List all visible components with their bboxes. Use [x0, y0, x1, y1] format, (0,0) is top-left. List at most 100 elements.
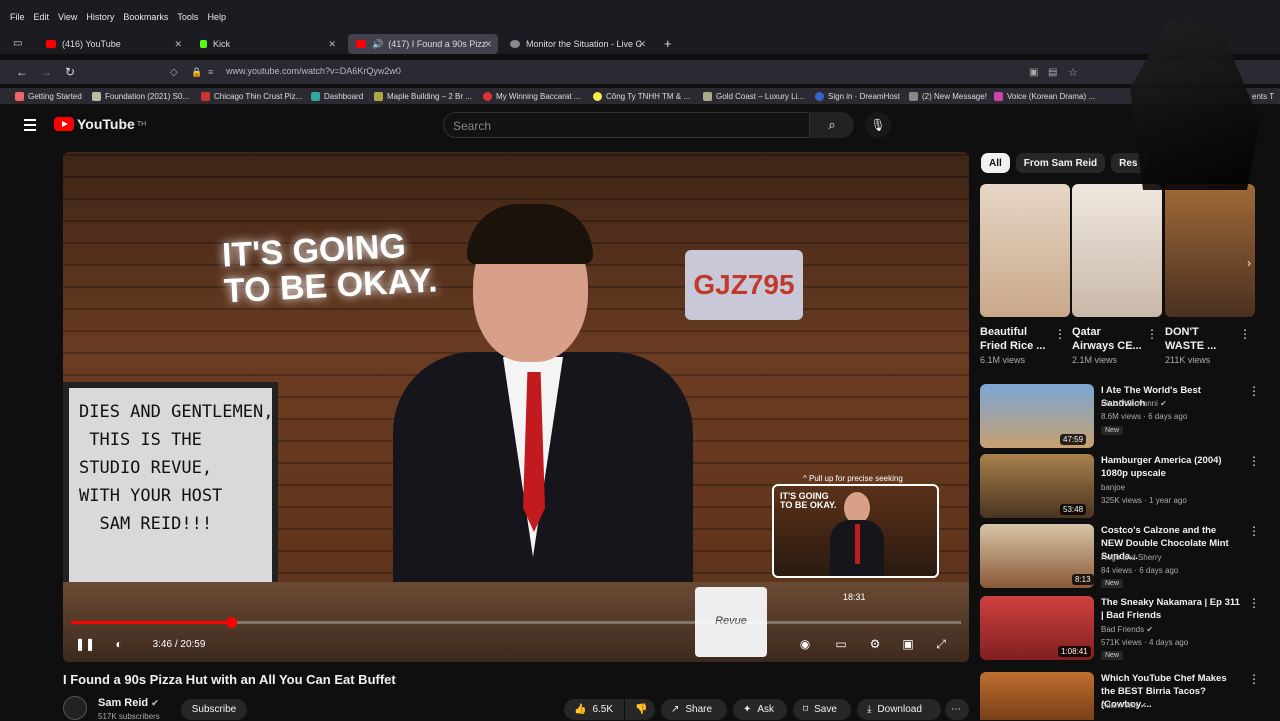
more-icon[interactable]: ⋮	[1248, 384, 1260, 398]
recommended-video[interactable]: 53:48 Hamburger America (2004) 1080p ups…	[980, 454, 1260, 518]
tab-label: (416) YouTube	[62, 39, 121, 49]
bookmark-item[interactable]: Voice (Korean Drama) ...	[994, 91, 1095, 101]
bookmark-item[interactable]: ents T	[1252, 92, 1274, 101]
bookmark-item[interactable]: Công Ty TNHH TM & ...	[593, 91, 690, 101]
short-thumbnail	[1072, 184, 1162, 317]
tab-current-video[interactable]: 🔊 (417) I Found a 90s Pizza H ✕	[348, 34, 498, 54]
more-icon[interactable]: ⋮	[1054, 327, 1066, 341]
save-button[interactable]: ⌑ Save	[793, 699, 851, 720]
bookmark-item[interactable]: (2) New Message!	[909, 91, 987, 101]
menu-icon[interactable]	[24, 119, 36, 134]
channel-name[interactable]: banjoe	[1101, 483, 1125, 492]
search-input[interactable]: Search	[443, 112, 810, 138]
chip-from-channel[interactable]: From Sam Reid	[1015, 153, 1106, 173]
tab-kick[interactable]: Kick ✕	[192, 34, 342, 54]
channel-name[interactable]: Nick DiGiovanni ✔	[1101, 399, 1167, 408]
chip-all[interactable]: All	[981, 153, 1010, 173]
dislike-button[interactable]: 👎	[625, 699, 655, 720]
short-views: 211K views	[1165, 355, 1211, 365]
bookmark-favicon-icon	[703, 91, 712, 101]
next-shorts-icon[interactable]: ›	[1247, 256, 1251, 270]
voice-search-button[interactable]: 🎙	[865, 112, 891, 138]
tab-monitor[interactable]: Monitor the Situation - Live Gl ✕	[502, 34, 652, 54]
download-button[interactable]: ⤓ Download	[857, 699, 941, 720]
recommended-video[interactable]: 8:13 Costco's Calzone and the NEW Double…	[980, 524, 1260, 588]
subscribe-button[interactable]: Subscribe	[181, 699, 247, 720]
reload-icon[interactable]: ↻	[65, 65, 75, 79]
menu-edit[interactable]: Edit	[34, 12, 50, 22]
video-title: I Found a 90s Pizza Hut with an All You …	[63, 672, 396, 687]
recommended-video[interactable]: Which YouTube Chef Makes the BEST Birria…	[980, 672, 1260, 720]
forward-icon[interactable]: →	[40, 65, 52, 79]
close-tab-icon[interactable]: ✕	[328, 39, 336, 50]
new-tab-icon[interactable]: +	[664, 36, 672, 51]
ask-button[interactable]: ✦ Ask	[733, 699, 787, 720]
channel-name[interactable]: Adam Witt ✔	[1101, 701, 1147, 710]
close-tab-icon[interactable]: ✕	[638, 39, 646, 50]
more-icon[interactable]: ⋮	[1248, 596, 1260, 610]
video-player[interactable]: IT'S GOING TO BE OKAY. GJZ795 DIES AND G…	[63, 152, 969, 662]
verified-icon: ✔	[1160, 399, 1167, 408]
speaker-icon[interactable]: 🔊	[372, 39, 383, 50]
shield-icon[interactable]: ◇	[170, 67, 178, 78]
channel-name[interactable]: Sam Reid ✔	[98, 697, 159, 709]
bookmark-star-icon[interactable]: ☆	[1068, 66, 1078, 79]
bookmark-item[interactable]: Chicago Thin Crust Piz...	[201, 91, 302, 101]
short-item[interactable]: Beautiful Fried Rice ... 6.1M views ⋮	[980, 184, 1070, 365]
miniplayer-button[interactable]: ▣	[898, 632, 918, 656]
logo-region: TH	[136, 120, 147, 128]
menu-history[interactable]: History	[86, 12, 114, 22]
short-item[interactable]: DON'T WASTE ... 211K views ⋮	[1165, 184, 1255, 365]
firefox-icon	[15, 91, 24, 101]
channel-avatar[interactable]	[63, 696, 87, 720]
menu-view[interactable]: View	[58, 12, 77, 22]
bookmark-item[interactable]: Foundation (2021) S0...	[92, 91, 189, 101]
like-button[interactable]: 👍 6.5K	[564, 699, 624, 720]
bookmark-item[interactable]: Sign in · DreamHost	[815, 91, 900, 101]
recommended-video[interactable]: 47:59 I Ate The World's Best Sandwich Ni…	[980, 384, 1260, 448]
tab-list-icon[interactable]: ▭	[13, 38, 22, 49]
lock-icon[interactable]: 🔒	[191, 67, 202, 78]
more-icon[interactable]: ⋮	[1146, 327, 1158, 341]
url-field[interactable]: www.youtube.com/watch?v=DA6KrQyw2w0	[226, 66, 401, 76]
more-icon[interactable]: ⋮	[1248, 524, 1260, 538]
tab-youtube[interactable]: (416) YouTube ✕	[38, 34, 188, 54]
bookmark-icon: ⌑	[803, 704, 809, 715]
close-tab-icon[interactable]: ✕	[174, 39, 182, 50]
channel-name[interactable]: Hugo and Sherry	[1101, 553, 1161, 562]
more-icon[interactable]: ⋮	[1239, 327, 1251, 341]
menu-tools[interactable]: Tools	[177, 12, 198, 22]
autoplay-toggle[interactable]: ◉	[796, 632, 814, 656]
search-button[interactable]: ⌕	[810, 112, 854, 138]
menu-help[interactable]: Help	[207, 12, 226, 22]
bookmark-item[interactable]: Gold Coast – Luxury Li...	[703, 91, 804, 101]
youtube-play-icon	[54, 117, 74, 131]
settings-button[interactable]: ⚙	[865, 632, 885, 656]
more-icon[interactable]: ⋮	[1248, 672, 1260, 686]
bookmark-item[interactable]: My Winning Baccarat ...	[483, 91, 580, 101]
menu-file[interactable]: File	[10, 12, 25, 22]
bookmark-item[interactable]: Dashboard	[311, 91, 363, 101]
bookmark-item[interactable]: Getting Started	[15, 91, 82, 101]
close-tab-icon[interactable]: ✕	[484, 39, 492, 50]
permissions-icon[interactable]: ≡	[208, 67, 213, 77]
share-button[interactable]: ↗ Share	[661, 699, 727, 720]
back-icon[interactable]: ←	[16, 65, 28, 79]
pause-button[interactable]: ❚❚	[75, 632, 95, 656]
youtube-logo[interactable]: YouTube TH	[54, 116, 146, 132]
bookmark-item[interactable]: Maple Building – 2 Br ...	[374, 91, 472, 101]
short-item[interactable]: Qatar Airways CE... 2.1M views ⋮	[1072, 184, 1162, 365]
recommended-video[interactable]: 1:08:41 The Sneaky Nakamara | Ep 311 | B…	[980, 596, 1260, 660]
progress-bar[interactable]	[71, 617, 961, 628]
channel-name[interactable]: Bad Friends ✔	[1101, 625, 1153, 634]
more-icon[interactable]: ⋮	[1248, 454, 1260, 468]
video-thumbnail	[980, 672, 1094, 720]
menu-bookmarks[interactable]: Bookmarks	[123, 12, 168, 22]
download-icon: ⤓	[867, 704, 872, 715]
fullscreen-button[interactable]: ⤢	[931, 632, 951, 656]
more-actions-button[interactable]: ⋯	[945, 699, 969, 720]
screenshot-icon[interactable]: ▤	[1048, 67, 1057, 78]
volume-button[interactable]: ◐	[109, 632, 129, 656]
captions-button[interactable]: ▭	[831, 632, 851, 656]
reader-icon[interactable]: ▣	[1029, 67, 1038, 78]
